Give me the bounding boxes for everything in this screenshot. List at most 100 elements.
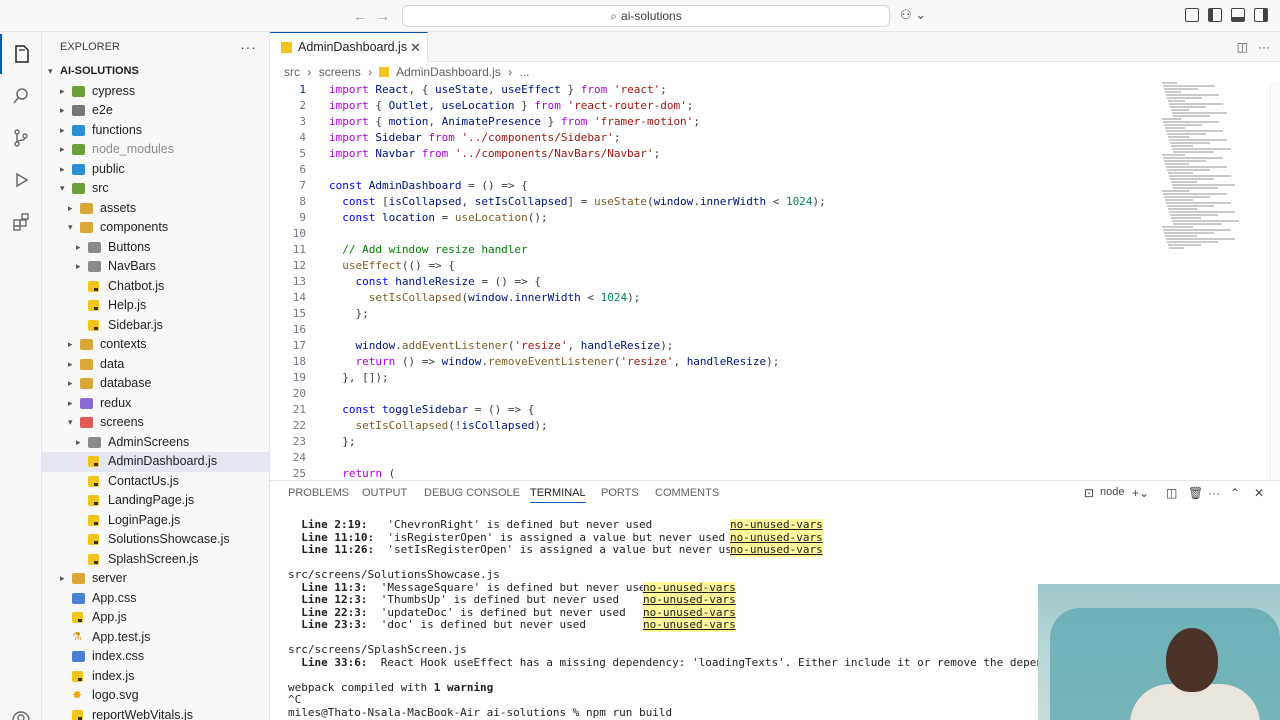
source-control-icon[interactable]: [0, 118, 42, 158]
folder-components[interactable]: ▾ components: [42, 218, 269, 238]
code-line[interactable]: 21 const toggleSidebar = () => {: [270, 402, 1150, 418]
close-icon[interactable]: ✕: [410, 33, 421, 62]
folder-redux[interactable]: ▸ redux: [42, 394, 269, 414]
breadcrumb-item[interactable]: ...: [519, 65, 529, 79]
folder-cypress[interactable]: ▸ cypress: [42, 82, 269, 102]
code-line[interactable]: 12 useEffect(() => {: [270, 258, 1150, 274]
extensions-icon[interactable]: [0, 202, 42, 242]
file-index-js[interactable]: index.js: [42, 667, 269, 687]
arrow-right-icon[interactable]: →: [373, 6, 393, 26]
code-line[interactable]: 15 };: [270, 306, 1150, 322]
code-line[interactable]: 1 import React, { useState, useEffect } f…: [270, 82, 1150, 98]
run-debug-icon[interactable]: [0, 160, 42, 200]
code-line[interactable]: 24: [270, 450, 1150, 466]
lint-rule-link[interactable]: no-unused-vars: [643, 593, 736, 607]
toggle-panel-icon[interactable]: [1231, 8, 1245, 22]
code-line[interactable]: 7 const AdminDashboard = () => {: [270, 178, 1150, 194]
more-actions-icon[interactable]: ···: [240, 32, 257, 62]
folder-src[interactable]: ▾ src: [42, 179, 269, 199]
trash-icon[interactable]: 🗑: [1188, 486, 1203, 500]
folder-data[interactable]: ▸ data: [42, 355, 269, 375]
code-line[interactable]: 17 window.addEventListener('resize', han…: [270, 338, 1150, 354]
code-line[interactable]: 5 import Navbar from '../components/NavBa…: [270, 146, 1150, 162]
lint-rule-link[interactable]: no-unused-vars: [643, 618, 736, 632]
command-center-search[interactable]: ⌕ ai-solutions: [402, 5, 890, 27]
file-chatbot-js[interactable]: Chatbot.js: [42, 277, 269, 297]
file-admindashboard-js[interactable]: AdminDashboard.js: [42, 452, 269, 472]
code-line[interactable]: 8 const [isCollapsed, setIsCollapsed] = …: [270, 194, 1150, 210]
code-line[interactable]: 6: [270, 162, 1150, 178]
code-line[interactable]: 10: [270, 226, 1150, 242]
folder-screens[interactable]: ▾ screens: [42, 413, 269, 433]
file-contactus-js[interactable]: ContactUs.js: [42, 472, 269, 492]
code-line[interactable]: 11 // Add window resize handler: [270, 242, 1150, 258]
file-loginpage-js[interactable]: LoginPage.js: [42, 511, 269, 531]
code-line[interactable]: 19 }, []);: [270, 370, 1150, 386]
lint-rule-link[interactable]: no-unused-vars: [730, 518, 823, 532]
code-line[interactable]: 9 const location = useLocation();: [270, 210, 1150, 226]
breadcrumb-item[interactable]: AdminDashboard.js: [396, 65, 501, 79]
tab-comments[interactable]: COMMENTS: [655, 487, 719, 499]
tab-terminal[interactable]: TERMINAL: [530, 487, 586, 503]
editor-scrollbar[interactable]: [1270, 82, 1280, 480]
explorer-icon[interactable]: [0, 34, 42, 74]
folder-navbars[interactable]: ▸ NavBars: [42, 257, 269, 277]
file-solutionsshowcase-js[interactable]: SolutionsShowcase.js: [42, 530, 269, 550]
file-app-css[interactable]: App.css: [42, 589, 269, 609]
folder-e2e[interactable]: ▸ e2e: [42, 101, 269, 121]
toggle-secondary-sidebar-icon[interactable]: [1254, 8, 1268, 22]
code-line[interactable]: 4 import Sidebar from '../components/Side…: [270, 130, 1150, 146]
workspace-root[interactable]: ▾ AI-SOLUTIONS: [42, 62, 269, 82]
copilot-icon[interactable]: ⚇ ⌄: [900, 7, 926, 23]
code-line[interactable]: 22 setIsCollapsed(!isCollapsed);: [270, 418, 1150, 434]
code-line[interactable]: 23 };: [270, 434, 1150, 450]
folder-adminscreens[interactable]: ▸ AdminScreens: [42, 433, 269, 453]
code-line[interactable]: 13 const handleResize = () => {: [270, 274, 1150, 290]
folder-contexts[interactable]: ▸ contexts: [42, 335, 269, 355]
file-reportwebvitals-js[interactable]: reportWebVitals.js: [42, 706, 269, 720]
breadcrumb-item[interactable]: screens: [319, 65, 361, 79]
terminal-name[interactable]: node: [1100, 486, 1124, 498]
file-logo-svg[interactable]: ✸ logo.svg: [42, 686, 269, 706]
tab-ports[interactable]: PORTS: [601, 487, 639, 499]
code-line[interactable]: 2 import { Outlet, useLocation } from 're…: [270, 98, 1150, 114]
search-icon[interactable]: [0, 76, 42, 116]
file-app-js[interactable]: App.js: [42, 608, 269, 628]
split-editor-icon[interactable]: ◫ ···: [1237, 40, 1270, 54]
folder-public[interactable]: ▸ public: [42, 160, 269, 180]
tab-admindashboard[interactable]: AdminDashboard.js ✕: [270, 32, 428, 62]
tab-output[interactable]: OUTPUT: [362, 487, 407, 499]
split-terminal-icon[interactable]: ◫: [1166, 486, 1177, 500]
code-line[interactable]: 16: [270, 322, 1150, 338]
close-panel-icon[interactable]: ✕: [1254, 486, 1264, 500]
folder-buttons[interactable]: ▸ Buttons: [42, 238, 269, 258]
minimap[interactable]: [1162, 82, 1242, 252]
file-help-js[interactable]: Help.js: [42, 296, 269, 316]
folder-assets[interactable]: ▸ assets: [42, 199, 269, 219]
account-icon[interactable]: [0, 700, 42, 720]
breadcrumb-item[interactable]: src: [284, 65, 300, 79]
file-sidebar-js[interactable]: Sidebar.js: [42, 316, 269, 336]
code-line[interactable]: 18 return () => window.removeEventListen…: [270, 354, 1150, 370]
file-splashscreen-js[interactable]: SplashScreen.js: [42, 550, 269, 570]
tab-debug-console[interactable]: DEBUG CONSOLE: [424, 487, 520, 499]
file-app-test-js[interactable]: ⚗ App.test.js: [42, 628, 269, 648]
new-terminal-icon[interactable]: +⌄: [1132, 486, 1149, 500]
toggle-sidebar-icon[interactable]: [1208, 8, 1222, 22]
folder-server[interactable]: ▸ server: [42, 569, 269, 589]
layout-icon[interactable]: [1185, 8, 1199, 22]
folder-functions[interactable]: ▸ functions: [42, 121, 269, 141]
file-index-css[interactable]: index.css: [42, 647, 269, 667]
folder-database[interactable]: ▸ database: [42, 374, 269, 394]
code-line[interactable]: 14 setIsCollapsed(window.innerWidth < 10…: [270, 290, 1150, 306]
maximize-panel-icon[interactable]: ⌃: [1230, 486, 1240, 500]
tab-problems[interactable]: PROBLEMS: [288, 487, 349, 499]
code-line[interactable]: 3 import { motion, AnimatePresence } from…: [270, 114, 1150, 130]
code-line[interactable]: 20: [270, 386, 1150, 402]
arrow-left-icon[interactable]: ←: [350, 6, 370, 26]
code-view[interactable]: 1 import React, { useState, useEffect } f…: [270, 82, 1150, 482]
more-actions-icon[interactable]: ···: [1208, 486, 1220, 500]
file-landingpage-js[interactable]: LandingPage.js: [42, 491, 269, 511]
lint-rule-link[interactable]: no-unused-vars: [730, 543, 823, 557]
folder-node-modules[interactable]: ▸ node_modules: [42, 140, 269, 160]
